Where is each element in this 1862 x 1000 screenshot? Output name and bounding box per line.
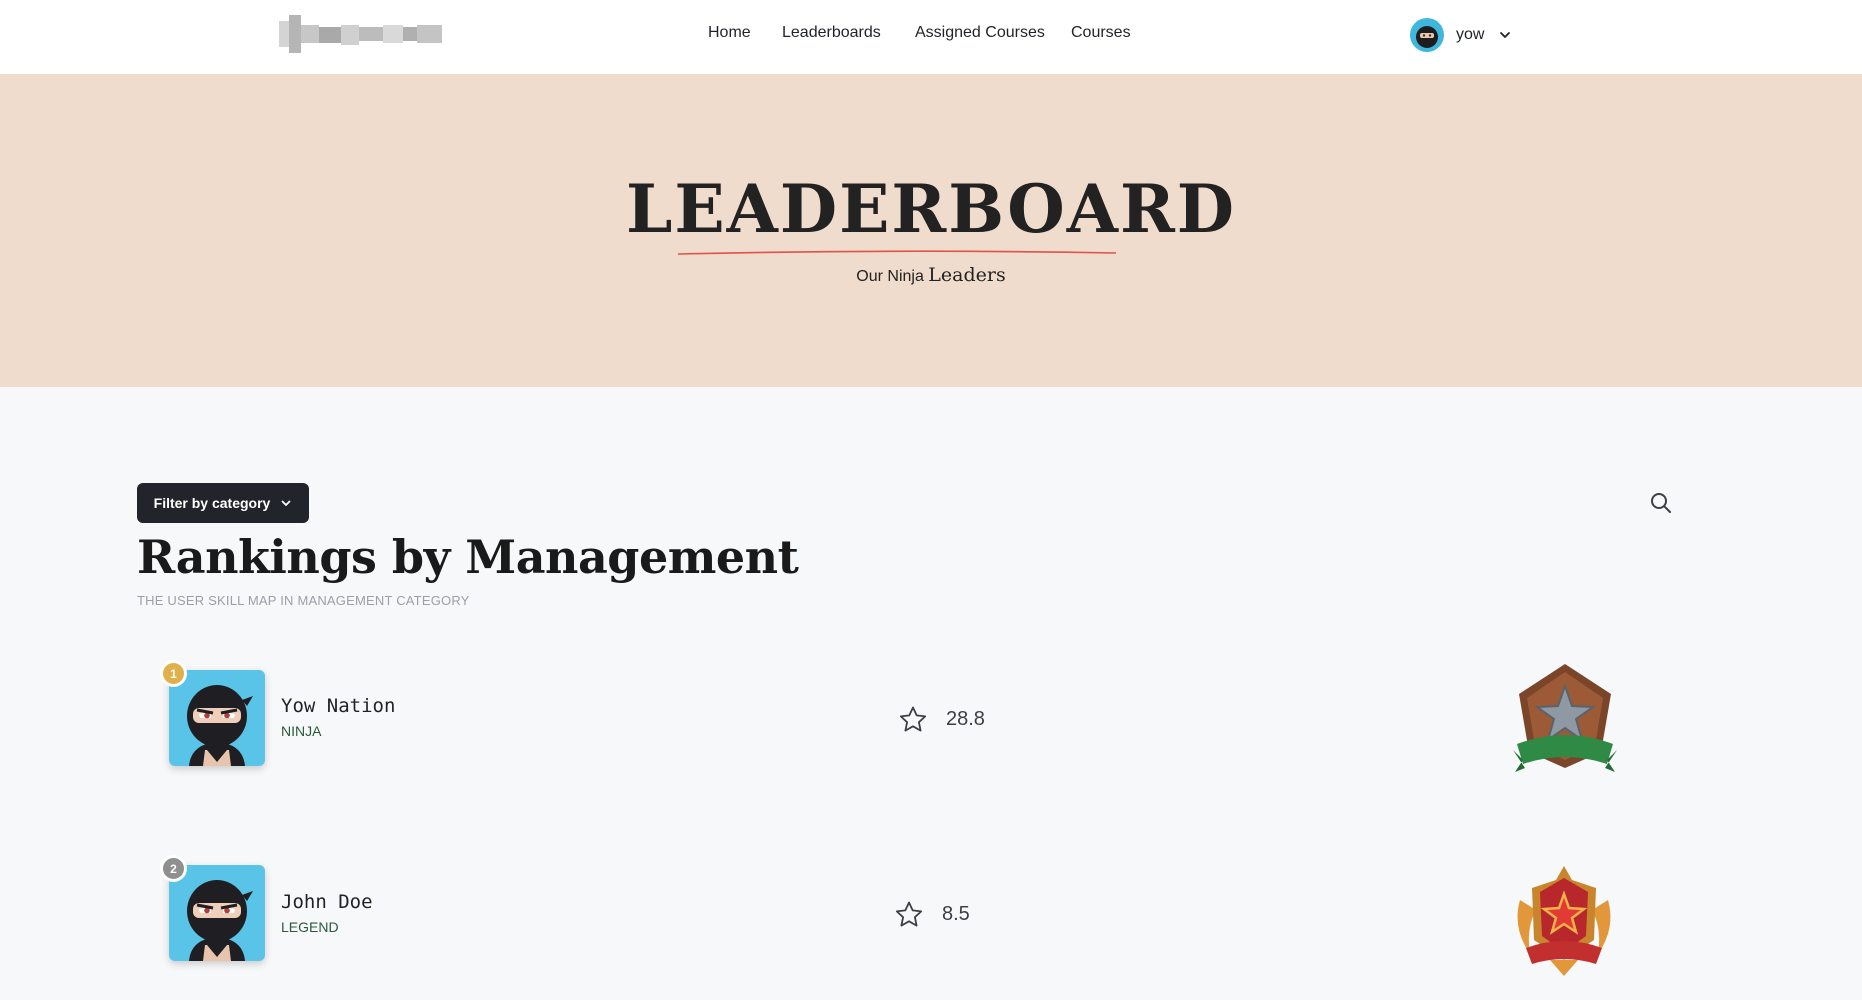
search-icon[interactable] — [1650, 492, 1672, 514]
rank-badge: 1 — [160, 660, 187, 687]
star-shield-medal-icon — [1513, 664, 1617, 772]
hero-subtitle-prefix: Our Ninja — [856, 268, 924, 285]
brand-logo[interactable] — [279, 15, 442, 53]
chevron-down-icon — [1500, 32, 1511, 38]
player-score: 8.5 — [942, 903, 970, 925]
leaderboard-row[interactable]: 2 John Doe LEGEND 8.5 — [137, 855, 1657, 976]
hero-subtitle-highlight: Leaders — [928, 264, 1006, 286]
player-avatar — [169, 670, 265, 766]
player-avatar — [169, 865, 265, 961]
title-underline — [677, 250, 1117, 255]
page-title: LEADERBOARD — [625, 170, 1237, 248]
hero-banner: LEADERBOARD Our Ninja Leaders — [0, 74, 1862, 387]
rank-badge: 2 — [160, 855, 187, 882]
nav-assigned-courses-link[interactable]: Assigned Courses — [915, 24, 1045, 42]
filter-category-button[interactable]: Filter by category — [137, 483, 309, 523]
player-rank-title: LEGEND — [281, 919, 339, 935]
player-name: John Doe — [281, 891, 373, 913]
top-navbar: Home Leaderboards Assigned Courses Cours… — [0, 0, 1862, 74]
nav-courses-link[interactable]: Courses — [1071, 24, 1131, 42]
star-icon — [895, 901, 923, 927]
section-subtitle: THE USER SKILL MAP IN MANAGEMENT CATEGOR… — [137, 593, 470, 608]
star-icon — [899, 706, 927, 732]
nav-leaderboards-link[interactable]: Leaderboards — [782, 24, 881, 42]
user-menu[interactable]: yow — [1410, 17, 1512, 53]
nav-home-link[interactable]: Home — [708, 24, 751, 42]
player-score: 28.8 — [946, 708, 985, 730]
leaderboard-row[interactable]: 1 Yow Nation NINJA 28.8 — [137, 660, 1657, 772]
player-name: Yow Nation — [281, 695, 396, 717]
section-title: Rankings by Management — [137, 530, 799, 584]
user-avatar — [1410, 18, 1444, 52]
winged-star-medal-icon — [1517, 866, 1611, 976]
chevron-down-icon — [281, 500, 291, 506]
hero-subtitle: Our Ninja Leaders — [0, 264, 1862, 286]
player-rank-title: NINJA — [281, 723, 322, 739]
user-name: yow — [1456, 26, 1485, 43]
filter-label: Filter by category — [153, 495, 271, 511]
